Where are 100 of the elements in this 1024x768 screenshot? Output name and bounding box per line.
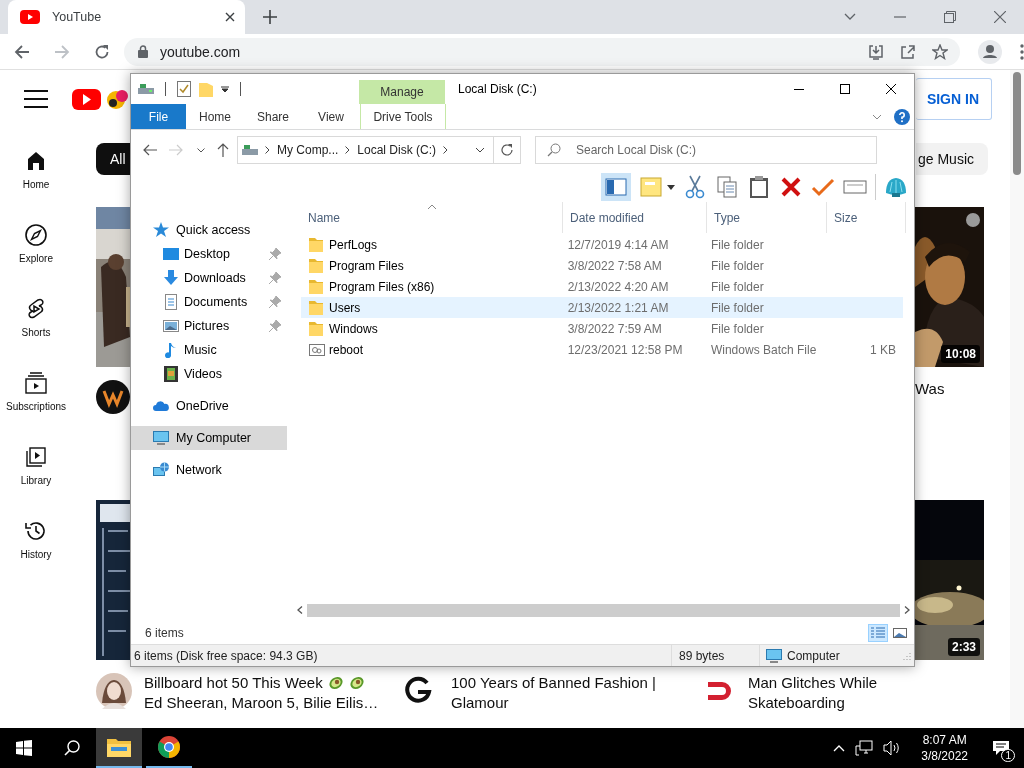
back-icon[interactable] (12, 43, 32, 60)
nav-item[interactable]: Downloads (131, 266, 287, 290)
close-icon[interactable] (994, 11, 1006, 23)
nav-item[interactable]: Documents (131, 290, 287, 314)
nav-item[interactable]: My Computer (131, 426, 287, 450)
search-icon[interactable] (64, 740, 80, 756)
chevron-icon[interactable] (443, 146, 449, 154)
filter-chip[interactable]: All (96, 143, 130, 175)
file-row[interactable]: reboot 12/23/2021 12:58 PM Windows Batch File 1 KB (301, 339, 903, 360)
address-field[interactable]: youtube.com (124, 37, 960, 66)
close-icon[interactable] (225, 12, 235, 22)
video-title[interactable]: 100 Years of Banned Fashion | (451, 673, 656, 693)
preview-pane-icon[interactable] (601, 173, 631, 201)
chevron-icon[interactable] (345, 146, 351, 154)
shell-icon[interactable] (884, 175, 908, 199)
column-header[interactable]: Name (301, 202, 563, 233)
nav-item[interactable]: Videos (131, 362, 287, 386)
search-field[interactable]: Search Local Disk (C:) (535, 136, 877, 164)
tab-search-icon[interactable] (844, 13, 856, 21)
video-title[interactable]: Was (915, 379, 1010, 399)
channel-avatar-icon[interactable] (96, 673, 132, 709)
status-location: Computer (787, 648, 840, 663)
properties-icon[interactable] (177, 81, 191, 97)
file-row[interactable]: Users 2/13/2022 1:21 AM File folder (301, 297, 903, 318)
context-tab-group: Manage (359, 80, 445, 104)
drive-icon (242, 144, 258, 156)
nav-item[interactable]: OneDrive (131, 394, 287, 418)
video-title[interactable]: Skateboarding (748, 693, 878, 713)
up-icon[interactable] (217, 143, 229, 157)
ribbon-tab[interactable]: Share (244, 104, 302, 129)
scrollbar-thumb[interactable] (1013, 72, 1021, 175)
sidebar-item[interactable]: Subscriptions (0, 354, 72, 428)
nav-item[interactable]: Pictures (131, 314, 287, 338)
new-tab-icon[interactable] (263, 10, 277, 24)
taskbar-app[interactable] (96, 728, 142, 768)
ribbon-tab[interactable]: File (131, 104, 186, 129)
back-icon[interactable] (143, 144, 157, 156)
nav-item[interactable]: Network (131, 458, 287, 482)
file-type: File folder (709, 237, 765, 252)
paste-icon[interactable] (747, 175, 771, 199)
browser-tab[interactable]: YouTube (8, 0, 245, 34)
file-type: Windows Batch File (709, 342, 818, 357)
start-icon[interactable] (16, 740, 32, 756)
share-icon[interactable] (900, 43, 916, 60)
dropdown-icon[interactable] (475, 147, 485, 153)
file-row[interactable]: Program Files 3/8/2022 7:58 AM File folder (301, 255, 903, 276)
ribbon-tab[interactable]: Drive Tools (360, 104, 446, 129)
caret-icon[interactable] (221, 85, 229, 93)
profile-icon[interactable] (978, 39, 1002, 64)
caret-icon[interactable] (667, 184, 675, 190)
column-header[interactable]: Size (827, 202, 906, 233)
video-title[interactable]: Ed Sheeran, Maroon 5, Bilie Eilis… (144, 693, 379, 713)
sidebar-item[interactable]: Explore (0, 206, 72, 280)
sidebar-item[interactable]: Shorts (0, 280, 72, 354)
clock[interactable]: 8:07 AM 3/8/2022 (911, 732, 978, 764)
filter-chip[interactable]: ge Music (916, 143, 989, 175)
expand-ribbon-icon[interactable] (872, 113, 882, 120)
column-header[interactable]: Date modified (563, 202, 707, 233)
chevron-icon[interactable] (265, 146, 270, 154)
file-row[interactable]: Program Files (x86) 2/13/2022 4:20 AM File folder (301, 276, 903, 297)
file-row[interactable]: Windows 3/8/2022 7:59 AM File folder (301, 318, 903, 339)
bookmark-star-icon[interactable] (932, 43, 948, 60)
scrollbar-thumb[interactable] (307, 603, 900, 617)
nav-item[interactable]: Music (131, 338, 287, 362)
file-row[interactable]: PerfLogs 12/7/2019 4:14 AM File folder (301, 234, 903, 255)
file-name: Program Files (x86) (329, 279, 435, 294)
install-icon[interactable] (868, 43, 884, 60)
recent-locations-icon[interactable] (197, 147, 205, 153)
restore-icon[interactable] (944, 11, 956, 23)
sidebar-item[interactable]: Library (0, 428, 72, 502)
file-name: Program Files (329, 258, 404, 273)
menu-icon[interactable] (1020, 43, 1024, 60)
cut-icon[interactable] (683, 175, 707, 199)
video-title[interactable]: Billboard hot 50 This Week (144, 673, 323, 693)
scroll-left-icon[interactable] (297, 606, 303, 614)
video-title[interactable]: Glamour (451, 693, 656, 713)
resize-grip-icon[interactable] (903, 651, 911, 660)
address-field[interactable]: My Comp... Local Disk (C:) (237, 136, 493, 164)
volume-icon[interactable] (883, 740, 902, 756)
show-hidden-icons-icon[interactable] (833, 744, 846, 752)
sign-in-button[interactable]: SIGN IN (915, 78, 992, 120)
video-title[interactable]: Man Glitches While (748, 673, 878, 693)
column-header[interactable]: Type (707, 202, 827, 233)
menu-icon[interactable] (24, 90, 48, 108)
ribbon-tab[interactable]: Home (186, 104, 244, 129)
sidebar-item[interactable]: History (0, 502, 72, 576)
channel-avatar-icon[interactable] (96, 380, 130, 414)
sidebar-item[interactable]: Home (0, 132, 72, 206)
network-icon[interactable] (855, 740, 874, 756)
delete-icon[interactable] (779, 175, 803, 199)
scroll-right-icon[interactable] (904, 606, 910, 614)
refresh-button[interactable] (493, 136, 521, 164)
ribbon-tab[interactable]: View (302, 104, 360, 129)
logo-icon[interactable] (72, 86, 130, 112)
nav-item[interactable]: Quick access (131, 218, 287, 242)
help-icon[interactable] (894, 108, 910, 125)
folder-icon (309, 257, 325, 274)
drive-icon[interactable] (138, 83, 154, 95)
nav-item[interactable]: Desktop (131, 242, 287, 266)
folder-icon (309, 236, 325, 253)
